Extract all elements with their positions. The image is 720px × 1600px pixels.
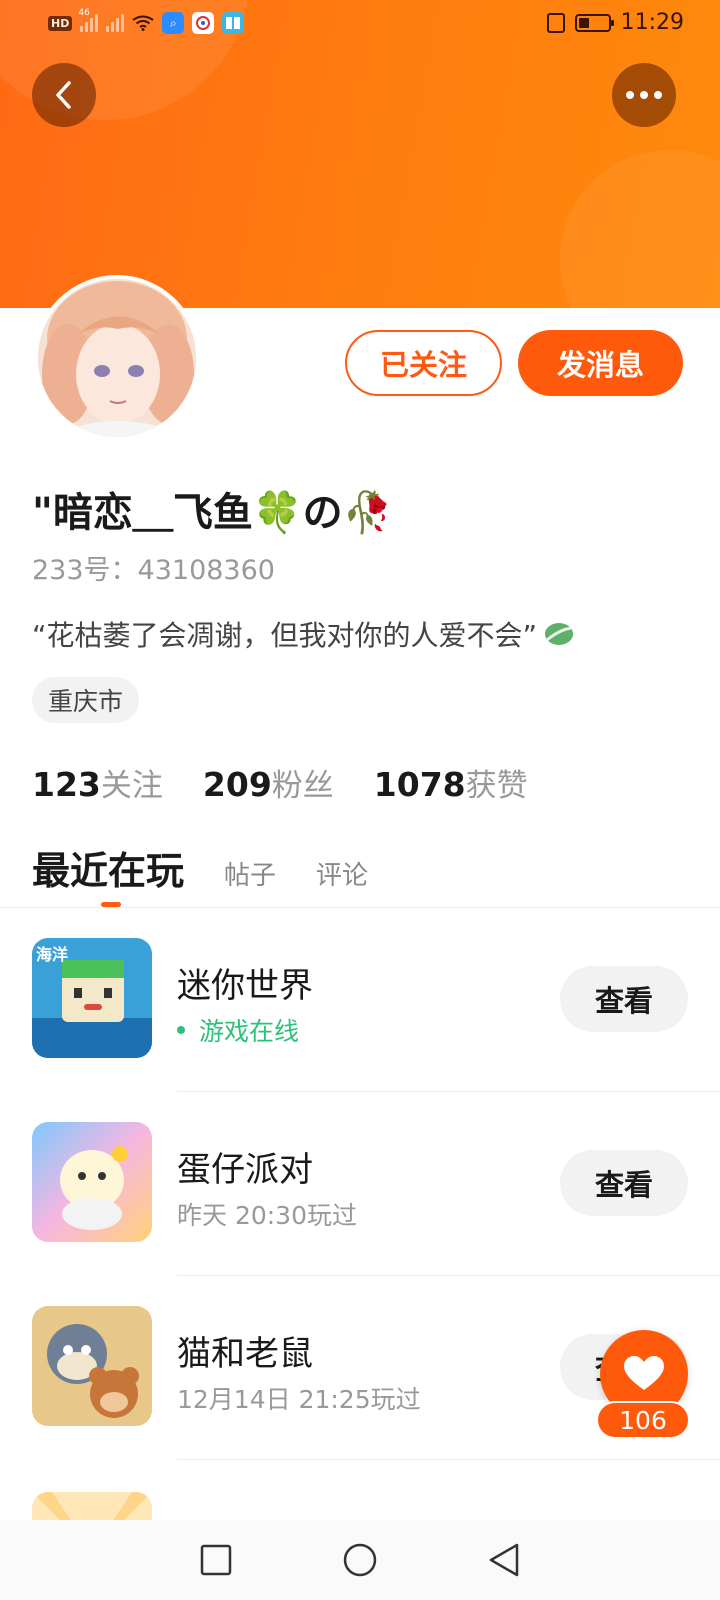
mini-world-icon: 海洋 (32, 938, 152, 1058)
vibrate-icon (546, 12, 565, 33)
stat-following-label: 关注 (100, 768, 163, 804)
battery-icon (574, 13, 614, 32)
signature: “花枯萎了会凋谢，但我对你的人爱不会” (32, 614, 575, 654)
signal-icon: 46 (78, 8, 99, 32)
triangle-back-icon (489, 1543, 519, 1577)
mini-world-icon-text: 海洋 (36, 945, 68, 964)
back-button[interactable] (32, 63, 96, 127)
username: "暗恋＿飞鱼🍀の🥀 (32, 490, 393, 536)
stats-row: 123 关注 209 粉丝 1078 获赞 (32, 760, 528, 805)
stat-following[interactable]: 123 关注 (32, 760, 163, 805)
reader-app-icon (222, 12, 245, 34)
tab-posts[interactable]: 帖子 (224, 855, 276, 892)
wifi-icon (132, 15, 154, 31)
home-button[interactable] (340, 1540, 380, 1580)
list-item-game[interactable]: 蛋仔派对 昨天 20:30玩过 查看 (0, 1092, 720, 1276)
tom-and-jerry-icon (32, 1306, 152, 1426)
status-bar: HD 46 ⌕ 11:29 (0, 0, 720, 48)
square-icon (200, 1544, 232, 1576)
game-name: 迷你世界 (177, 966, 313, 1006)
chevron-left-icon (56, 81, 71, 109)
profile-header-banner: HD 46 ⌕ 11:29 (0, 0, 720, 308)
signal-icon-2 (106, 14, 125, 32)
view-button[interactable]: 查看 (560, 1150, 688, 1216)
game-status: 12月14日 21:25玩过 (177, 1385, 421, 1414)
back-nav-button[interactable] (484, 1540, 524, 1580)
game-status-text: 游戏在线 (199, 1017, 300, 1046)
like-count-badge: 106 (596, 1401, 690, 1439)
game-name: 猫和老鼠 (177, 1334, 313, 1374)
following-button[interactable]: 已关注 (345, 330, 502, 396)
recent-apps-button[interactable] (196, 1540, 236, 1580)
stat-fans-label: 粉丝 (271, 768, 334, 804)
tab-comments[interactable]: 评论 (316, 855, 368, 892)
user-id: 233号：43108360 (32, 555, 275, 586)
heart-icon (624, 1356, 664, 1390)
view-button[interactable]: 查看 (560, 966, 688, 1032)
online-dot-icon (177, 1026, 185, 1034)
stat-likes-label: 获赞 (465, 768, 528, 804)
stat-likes[interactable]: 1078 获赞 (374, 760, 528, 805)
stat-following-count: 123 (32, 765, 101, 804)
browser-app-icon (192, 12, 215, 34)
circle-icon (343, 1543, 377, 1577)
hd-badge: HD (48, 15, 73, 31)
game-status: 昨天 20:30玩过 (177, 1201, 357, 1230)
tab-recently-played[interactable]: 最近在玩 (32, 840, 184, 895)
game-name: 蛋仔派对 (177, 1150, 313, 1190)
stat-fans-count: 209 (202, 765, 272, 804)
stat-fans[interactable]: 209 粉丝 (203, 760, 334, 805)
network-type-label: 46 (78, 8, 90, 18)
system-nav-bar (0, 1520, 720, 1600)
game-icon-partial (32, 1492, 152, 1520)
profile-tabs: 最近在玩 帖子 评论 (32, 840, 368, 895)
send-message-button[interactable]: 发消息 (518, 330, 683, 396)
list-item-game[interactable]: 海洋 迷你世界 游戏在线 查看 (0, 908, 720, 1092)
more-options-button[interactable] (612, 63, 676, 127)
stat-likes-count: 1078 (373, 765, 466, 804)
more-dots-icon (626, 91, 662, 99)
leaf-icon (545, 623, 574, 645)
location-tag: 重庆市 (32, 677, 140, 723)
search-app-icon: ⌕ (162, 12, 185, 34)
status-time: 11:29 (620, 10, 684, 35)
eggy-party-icon (32, 1122, 152, 1242)
signature-text: “花枯萎了会凋谢，但我对你的人爱不会” (32, 619, 538, 652)
game-status: 游戏在线 (177, 1012, 299, 1048)
avatar[interactable] (34, 275, 200, 441)
list-item-game-partial[interactable] (0, 1460, 720, 1520)
